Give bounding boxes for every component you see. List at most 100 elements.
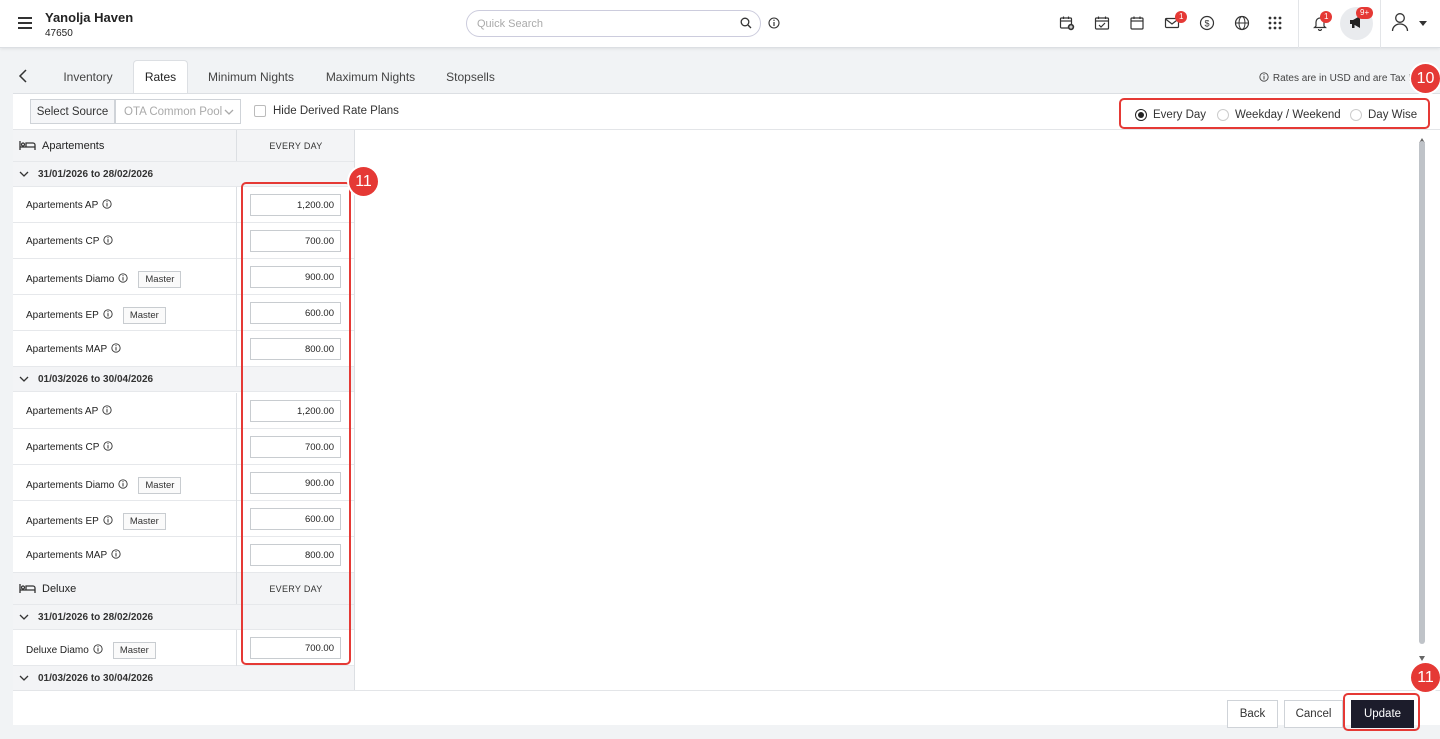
- date-range-label: 01/03/2026 to 30/04/2026: [38, 374, 154, 385]
- master-badge: Master: [112, 642, 156, 659]
- user-icon[interactable]: [1391, 13, 1409, 32]
- rate-plan-name: Apartements CP: [26, 236, 100, 247]
- highlight-box: [1343, 693, 1420, 731]
- notification-badge: 1: [1320, 11, 1333, 23]
- rate-plan-name: Apartements Diamo: [26, 274, 115, 285]
- info-icon[interactable]: [93, 644, 103, 657]
- date-range-label: 31/01/2026 to 28/02/2026: [38, 612, 154, 623]
- divider: [236, 187, 237, 223]
- globe-icon[interactable]: [1233, 14, 1251, 32]
- scroll-down-icon[interactable]: [1419, 650, 1425, 664]
- every-day-header: EVERY DAY: [236, 130, 354, 161]
- back-button[interactable]: Back: [1227, 700, 1278, 728]
- rate-plan-name: Apartements MAP: [26, 550, 108, 561]
- date-range-label: 31/01/2026 to 28/02/2026: [38, 169, 154, 180]
- radio-weekday-weekend-label: Weekday / Weekend: [1235, 109, 1341, 121]
- calendar-check-icon[interactable]: [1093, 14, 1111, 32]
- bed-icon: [19, 583, 36, 597]
- tab-maximum-nights[interactable]: Maximum Nights: [318, 60, 423, 93]
- divider: [236, 259, 237, 295]
- source-dropdown-value: OTA Common Pool: [124, 105, 223, 118]
- search-input[interactable]: Quick Search: [466, 10, 761, 37]
- rate-plan-name: Apartements AP: [26, 406, 99, 417]
- frequency-radio-group: Every Day Weekday / Weekend Day Wise: [1119, 98, 1430, 129]
- master-badge: Master: [122, 307, 166, 324]
- info-icon[interactable]: [118, 479, 128, 492]
- tab-rates[interactable]: Rates: [133, 60, 188, 93]
- master-badge: Master: [138, 477, 182, 494]
- hide-derived-checkbox[interactable]: [254, 105, 266, 117]
- info-icon[interactable]: [768, 17, 780, 32]
- radio-day-wise[interactable]: Day Wise: [1350, 109, 1417, 121]
- master-badge: Master: [122, 513, 166, 530]
- hide-derived-label: Hide Derived Rate Plans: [273, 105, 399, 117]
- info-icon[interactable]: [111, 549, 121, 562]
- hotel-id: 47650: [45, 28, 73, 39]
- master-badge: Master: [138, 271, 182, 288]
- info-icon[interactable]: [102, 405, 112, 418]
- rate-plan-name: Apartements AP: [26, 200, 99, 211]
- divider: [236, 537, 237, 573]
- calendar-add-icon[interactable]: [1058, 14, 1076, 32]
- search-icon[interactable]: [740, 17, 752, 32]
- chevron-down-icon: [224, 107, 234, 119]
- bed-icon: [19, 140, 36, 154]
- cancel-button[interactable]: Cancel: [1284, 700, 1343, 728]
- radio-weekday-weekend[interactable]: Weekday / Weekend: [1217, 109, 1341, 121]
- divider: [236, 429, 237, 465]
- callout-badge: 11: [349, 167, 378, 196]
- rates-panel: Select Source OTA Common Pool Hide Deriv…: [13, 93, 1440, 691]
- room-name: Deluxe: [42, 583, 77, 595]
- divider: [236, 331, 237, 367]
- main-content: Inventory Rates Minimum Nights Maximum N…: [13, 60, 1440, 728]
- info-icon[interactable]: [103, 441, 113, 454]
- highlight-box: [241, 182, 351, 665]
- svg-text:$: $: [1204, 19, 1209, 29]
- filter-bar: Select Source OTA Common Pool Hide Deriv…: [13, 94, 1440, 130]
- apps-grid-icon[interactable]: [1266, 14, 1284, 32]
- info-icon: [1259, 72, 1269, 85]
- rate-plan-name: Apartements MAP: [26, 344, 108, 355]
- info-icon[interactable]: [103, 235, 113, 248]
- info-icon[interactable]: [102, 199, 112, 212]
- top-bar: Yanolja Haven 47650 Quick Search 1 $ 1 9: [0, 0, 1440, 48]
- divider: [236, 465, 237, 501]
- date-range-row[interactable]: 01/03/2026 to 30/04/2026: [13, 666, 354, 691]
- divider: [236, 223, 237, 259]
- back-arrow-icon[interactable]: [18, 69, 28, 86]
- chevron-down-icon: [19, 674, 29, 685]
- info-icon[interactable]: [118, 273, 128, 286]
- room-header: Apartements EVERY DAY: [13, 130, 354, 162]
- callout-badge: 11: [1411, 663, 1440, 692]
- dollar-icon[interactable]: $: [1198, 14, 1216, 32]
- tab-inventory[interactable]: Inventory: [53, 60, 123, 93]
- tab-stopsells[interactable]: Stopsells: [438, 60, 503, 93]
- info-icon[interactable]: [103, 515, 113, 528]
- divider: [236, 295, 237, 331]
- source-dropdown[interactable]: OTA Common Pool: [115, 99, 241, 124]
- divider: [236, 501, 237, 537]
- select-source-label: Select Source: [30, 99, 115, 124]
- radio-day-wise-label: Day Wise: [1368, 109, 1418, 121]
- menu-icon[interactable]: [18, 17, 32, 29]
- divider: [1380, 0, 1381, 48]
- info-icon[interactable]: [111, 343, 121, 356]
- radio-every-day[interactable]: Every Day: [1135, 109, 1206, 121]
- rate-plan-name: Deluxe Diamo: [26, 645, 89, 656]
- date-range-label: 01/03/2026 to 30/04/2026: [38, 673, 154, 684]
- callout-badge: 10: [1411, 64, 1440, 93]
- tab-minimum-nights[interactable]: Minimum Nights: [200, 60, 302, 93]
- divider: [1298, 0, 1299, 48]
- info-icon[interactable]: [103, 309, 113, 322]
- radio-unselected-icon: [1217, 109, 1229, 121]
- search-placeholder: Quick Search: [477, 18, 544, 30]
- chevron-down-icon: [19, 613, 29, 624]
- scrollbar[interactable]: [1419, 141, 1425, 644]
- room-name: Apartements: [42, 140, 105, 152]
- radio-every-day-label: Every Day: [1153, 109, 1207, 121]
- calendar-icon[interactable]: [1128, 14, 1146, 32]
- rate-plan-name: Apartements Diamo: [26, 480, 115, 491]
- radio-unselected-icon: [1350, 109, 1362, 121]
- caret-down-icon[interactable]: [1414, 15, 1432, 33]
- rate-plan-name: Apartements CP: [26, 442, 100, 453]
